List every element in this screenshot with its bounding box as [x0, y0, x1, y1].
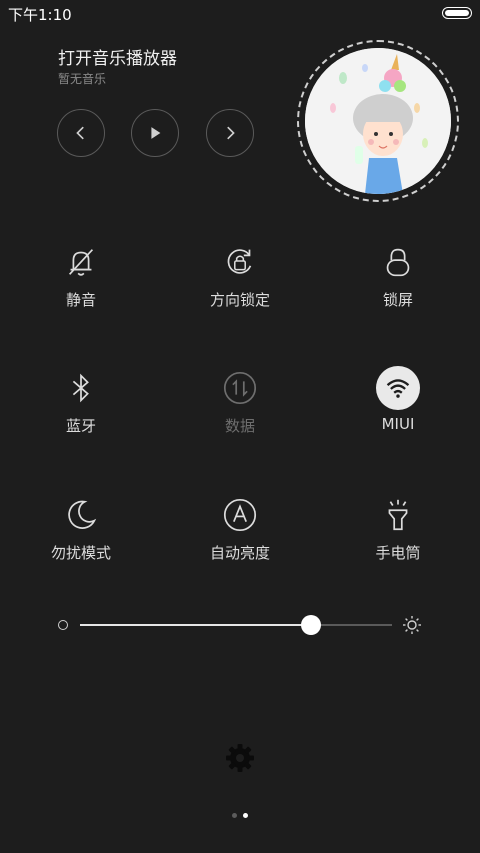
tile-rotation-lock[interactable]: 方向锁定 — [160, 240, 320, 350]
brightness-track-fill — [80, 624, 311, 626]
tile-bluetooth[interactable]: 蓝牙 — [1, 366, 161, 476]
rotation-lock-icon — [218, 240, 262, 284]
chevron-right-icon — [227, 126, 235, 140]
tile-label: 勿扰模式 — [50, 544, 111, 562]
status-bar: 下午1:10 — [0, 0, 480, 28]
wifi-icon — [376, 366, 420, 410]
auto-brightness-icon — [218, 493, 262, 537]
bluetooth-icon — [59, 366, 103, 410]
tile-lock-screen[interactable]: 锁屏 — [318, 240, 478, 350]
tile-label: 方向锁定 — [209, 291, 270, 309]
bell-off-icon — [59, 240, 103, 284]
tile-mobile-data[interactable]: 数据 — [160, 366, 320, 476]
tile-flashlight[interactable]: 手电筒 — [318, 493, 478, 603]
battery-icon — [442, 7, 472, 19]
tile-label: 静音 — [65, 291, 96, 309]
cartoon-girl-illustration — [305, 48, 451, 194]
gear-icon[interactable] — [224, 742, 256, 774]
tile-label: 自动亮度 — [209, 544, 270, 562]
album-art[interactable] — [305, 48, 451, 194]
lock-icon — [376, 240, 420, 284]
mobile-data-icon — [218, 366, 262, 410]
page-dot-active — [243, 813, 248, 818]
tile-label: MIUI — [381, 415, 415, 433]
tile-label: 蓝牙 — [65, 417, 96, 435]
page-dot — [232, 813, 237, 818]
play-button[interactable] — [131, 109, 179, 157]
status-time: 下午1:10 — [8, 6, 72, 24]
brightness-thumb[interactable] — [300, 615, 321, 635]
moon-icon — [59, 493, 103, 537]
play-icon — [151, 127, 161, 139]
music-player-title[interactable]: 打开音乐播放器 — [58, 44, 177, 69]
tile-label: 锁屏 — [382, 291, 413, 309]
tile-do-not-disturb[interactable]: 勿扰模式 — [1, 493, 161, 603]
brightness-slider[interactable] — [56, 612, 426, 638]
chevron-left-icon — [76, 126, 84, 140]
previous-track-button[interactable] — [57, 109, 105, 157]
tile-label: 手电筒 — [375, 544, 421, 562]
tile-mute[interactable]: 静音 — [1, 240, 161, 350]
tile-wifi[interactable]: MIUI — [318, 366, 478, 476]
music-player-subtitle: 暂无音乐 — [58, 72, 107, 86]
sun-icon — [403, 616, 421, 634]
tile-auto-brightness[interactable]: 自动亮度 — [160, 493, 320, 603]
flashlight-icon — [376, 493, 420, 537]
next-track-button[interactable] — [206, 109, 254, 157]
brightness-low-icon — [58, 620, 68, 630]
page-indicator — [230, 813, 254, 819]
tile-label: 数据 — [224, 417, 255, 435]
